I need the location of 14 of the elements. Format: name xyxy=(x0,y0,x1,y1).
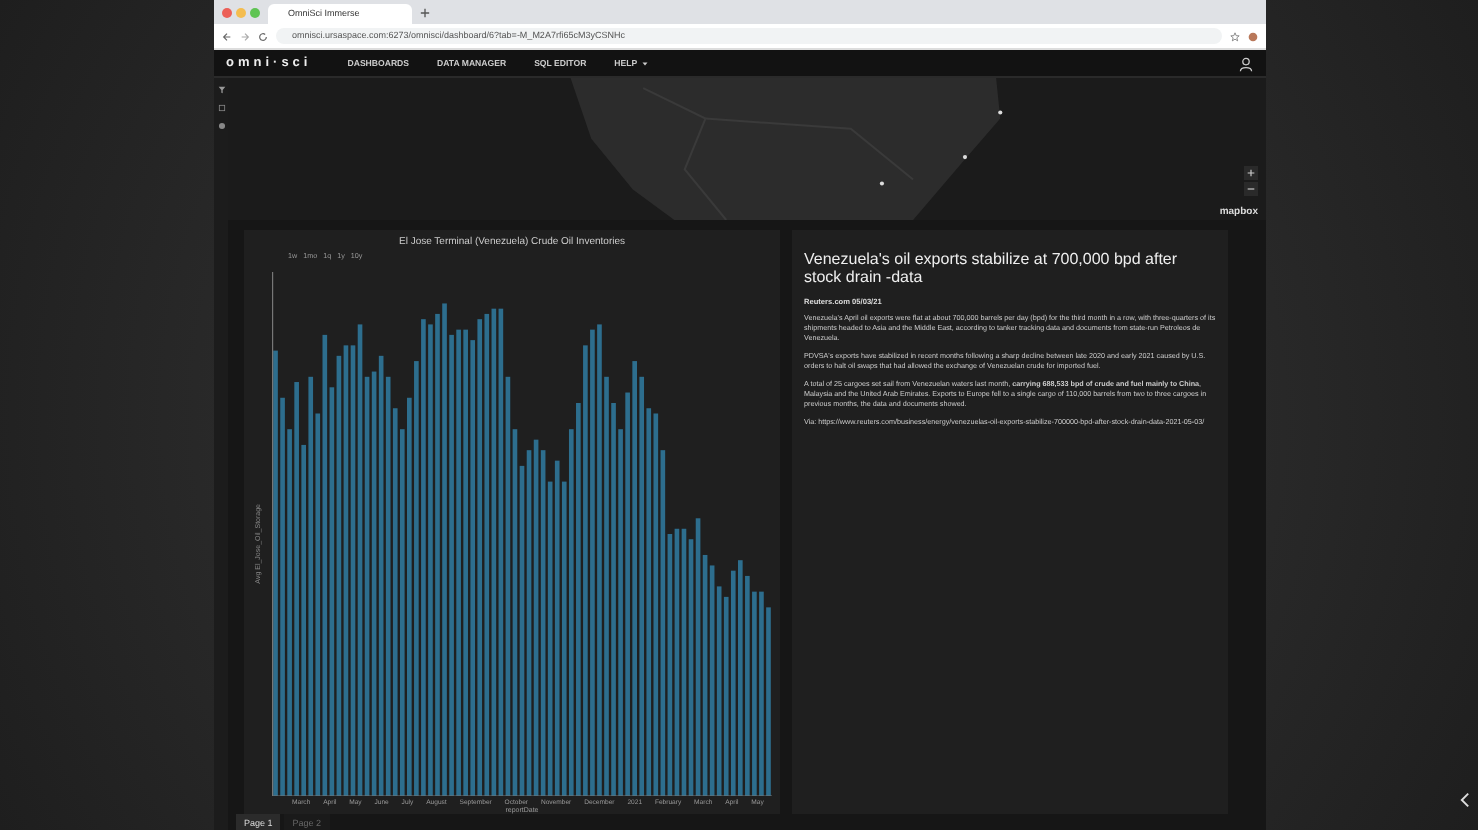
star-icon[interactable] xyxy=(1230,31,1240,41)
reload-icon[interactable] xyxy=(258,31,268,41)
filter-icon[interactable] xyxy=(217,86,225,94)
back-icon[interactable] xyxy=(222,31,232,41)
plus-icon[interactable] xyxy=(420,7,430,17)
layers-icon[interactable] xyxy=(217,104,225,112)
headline: Venezuela's oil exports stabilize at 700,000 bpd after stock drain -data xyxy=(804,250,1180,286)
window-controls-icon[interactable] xyxy=(222,7,260,17)
avatar-icon[interactable] xyxy=(1248,31,1258,41)
globe-icon[interactable] xyxy=(217,122,225,130)
zoom-in-button[interactable] xyxy=(1244,166,1258,180)
chevron-icon[interactable] xyxy=(1460,792,1470,808)
zoom-out-button[interactable] xyxy=(1244,182,1258,196)
user-icon[interactable] xyxy=(1238,55,1254,71)
